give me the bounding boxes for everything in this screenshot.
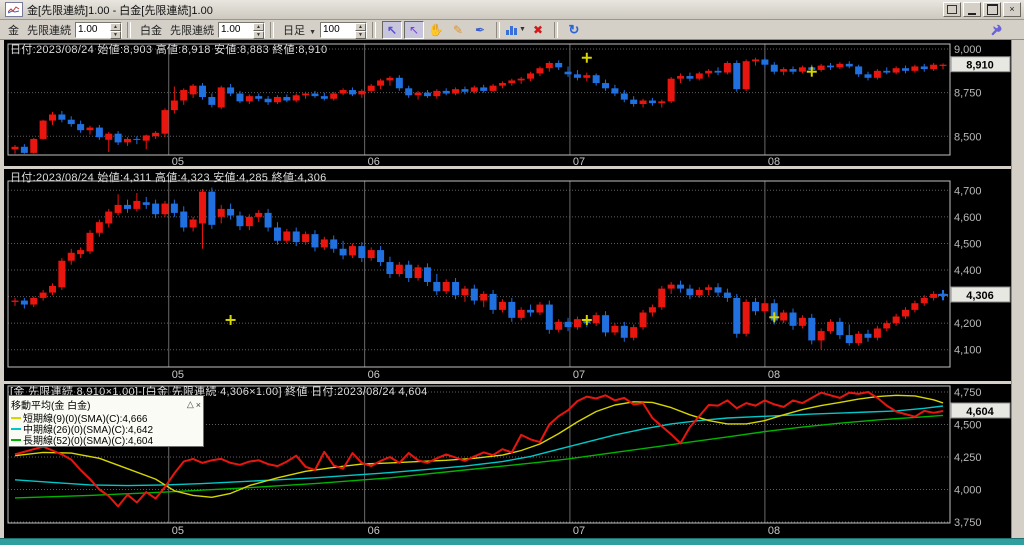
svg-text:4,000: 4,000 bbox=[954, 485, 982, 497]
spinner-arrows[interactable]: ▲ ▼ bbox=[355, 22, 366, 39]
symbol1-label: 金 bbox=[8, 24, 19, 37]
pen-icon: ✒ bbox=[474, 22, 486, 37]
sma-mid-line-swatch bbox=[11, 427, 21, 430]
platinum-chart-panel[interactable] bbox=[8, 181, 950, 367]
svg-text:4,500: 4,500 bbox=[954, 238, 982, 250]
app-chart-icon bbox=[5, 2, 23, 17]
svg-text:4,100: 4,100 bbox=[954, 345, 982, 357]
settings-button[interactable] bbox=[986, 21, 1006, 39]
svg-text:06: 06 bbox=[368, 525, 380, 537]
svg-text:4,306: 4,306 bbox=[966, 290, 994, 302]
svg-text:4,750: 4,750 bbox=[954, 387, 982, 399]
svg-text:06: 06 bbox=[368, 369, 380, 381]
minimize-button[interactable] bbox=[963, 2, 981, 17]
pen-tool-button[interactable]: ✒ bbox=[470, 21, 490, 39]
pencil-icon: ✎ bbox=[452, 22, 464, 37]
svg-text:9,000: 9,000 bbox=[954, 44, 982, 56]
svg-text:3,750: 3,750 bbox=[954, 517, 982, 529]
symbol2-label: 白金 bbox=[140, 24, 162, 37]
svg-text:08: 08 bbox=[768, 369, 780, 381]
pointer-icon: ↖ bbox=[408, 22, 420, 37]
legend-row-long: 長期線(52)(0)(SMA)(C):4,604 bbox=[11, 434, 201, 447]
toolbar-separator bbox=[270, 21, 274, 38]
toolbar-separator bbox=[127, 21, 131, 38]
title-bar: 金[先限連続]1.00 - 白金[先限連続]1.00 × bbox=[0, 0, 1024, 20]
window-right-strip bbox=[1011, 40, 1024, 538]
chart-cursor-tool-button[interactable]: ↖ bbox=[382, 20, 402, 39]
svg-text:08: 08 bbox=[768, 525, 780, 537]
moving-average-legend: 移動平均(金 白金) △ × 短期線(9)(0)(SMA)(C):4,666 中… bbox=[8, 395, 204, 447]
delete-x-icon: ✖ bbox=[532, 22, 544, 37]
symbol1-factor-spinner[interactable]: 1.00 ▲ ▼ bbox=[75, 21, 122, 39]
legend-close-icon[interactable]: × bbox=[196, 400, 201, 410]
toolbar-separator bbox=[372, 21, 376, 38]
symbol1-series-label: 先限連続 bbox=[27, 24, 71, 37]
delete-chart-button[interactable]: ✖ bbox=[528, 21, 548, 39]
close-button[interactable]: × bbox=[1003, 2, 1021, 17]
svg-text:4,700: 4,700 bbox=[954, 185, 982, 197]
svg-text:8,910: 8,910 bbox=[966, 60, 994, 72]
svg-text:8,500: 8,500 bbox=[954, 131, 982, 143]
gold-chart-panel[interactable] bbox=[8, 44, 950, 155]
maximize-button[interactable] bbox=[983, 2, 1001, 17]
svg-text:07: 07 bbox=[573, 369, 585, 381]
symbol2-factor-spinner[interactable]: 1.00 ▲ ▼ bbox=[218, 21, 265, 39]
svg-text:4,200: 4,200 bbox=[954, 318, 982, 330]
svg-text:07: 07 bbox=[573, 525, 585, 537]
symbol2-series-label: 先限連続 bbox=[170, 24, 214, 37]
chart-type-button[interactable]: ▼ bbox=[506, 21, 526, 39]
svg-text:4,400: 4,400 bbox=[954, 265, 982, 277]
restore-group-button[interactable] bbox=[943, 2, 961, 17]
spinner-arrows[interactable]: ▲ ▼ bbox=[253, 22, 264, 39]
hand-tool-button[interactable]: ✋ bbox=[426, 21, 446, 39]
toolbar: 金 先限連続 1.00 ▲ ▼ 白金 先限連続 1.00 ▲ ▼ 日足 ▼ 100 … bbox=[0, 20, 1024, 40]
svg-text:05: 05 bbox=[172, 525, 184, 537]
pointer-tool-button[interactable]: ↖ bbox=[404, 20, 424, 39]
wrench-icon bbox=[991, 24, 1002, 35]
bar-chart-icon bbox=[506, 24, 518, 35]
chart-cursor-icon: ↖ bbox=[386, 22, 398, 37]
chevron-down-icon: ▼ bbox=[519, 26, 526, 33]
window-title: 金[先限連続]1.00 - 白金[先限連続]1.00 bbox=[27, 4, 213, 17]
refresh-icon: ↻ bbox=[568, 21, 580, 37]
toolbar-separator bbox=[496, 21, 500, 38]
gold-panel-header: 日付:2023/08/24 始値:8,903 高値:8,918 安値:8,883… bbox=[10, 44, 328, 56]
svg-text:8,750: 8,750 bbox=[954, 88, 982, 100]
period-dropdown[interactable]: 日足 ▼ bbox=[283, 22, 316, 38]
svg-text:05: 05 bbox=[172, 369, 184, 381]
svg-text:4,250: 4,250 bbox=[954, 452, 982, 464]
platinum-panel-header: 日付:2023/08/24 始値:4,311 高値:4,323 安値:4,285… bbox=[10, 172, 327, 184]
legend-collapse-icon[interactable]: △ bbox=[187, 399, 194, 410]
sma-short-line-swatch bbox=[11, 416, 21, 419]
spinner-arrows[interactable]: ▲ ▼ bbox=[110, 22, 121, 39]
toolbar-separator bbox=[554, 21, 558, 38]
chevron-down-icon: ▼ bbox=[309, 28, 316, 36]
svg-text:4,600: 4,600 bbox=[954, 212, 982, 224]
svg-text:4,500: 4,500 bbox=[954, 420, 982, 432]
chart-app-window: { "window": { "title": "金[先限連続]1.00 - 白金… bbox=[0, 0, 1024, 545]
hand-icon: ✋ bbox=[428, 22, 444, 37]
sma-long-line-swatch bbox=[11, 438, 21, 441]
pencil-tool-button[interactable]: ✎ bbox=[448, 21, 468, 39]
svg-text:4,604: 4,604 bbox=[966, 406, 994, 418]
bar-count-spinner[interactable]: 100 ▲ ▼ bbox=[320, 21, 367, 39]
refresh-button[interactable]: ↻ bbox=[564, 21, 584, 39]
